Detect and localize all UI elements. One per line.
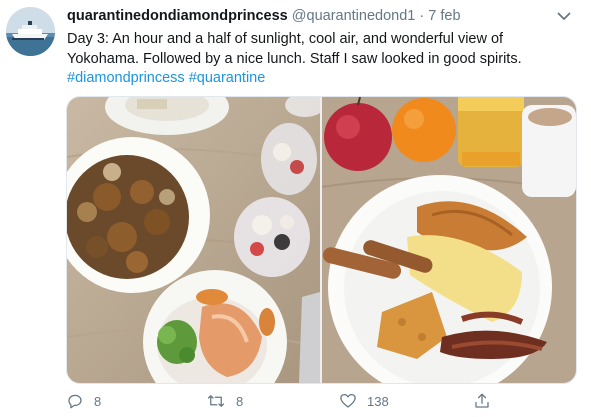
tweet-text: Day 3: An hour and a half of sunlight, c… (67, 30, 577, 89)
photo-breakfast[interactable] (322, 97, 576, 383)
like-count: 138 (367, 393, 389, 409)
photo-lunch-bowls[interactable] (67, 97, 320, 383)
tweet: quarantinedondiamondprincess @quarantine… (0, 0, 591, 417)
share-icon (475, 393, 489, 408)
ship-avatar-icon (6, 7, 55, 56)
reply-icon (68, 394, 82, 409)
media-grid (66, 96, 577, 384)
tweet-header: quarantinedondiamondprincess @quarantine… (67, 8, 551, 28)
tweet-body: Day 3: An hour and a half of sunlight, c… (67, 31, 522, 67)
avatar[interactable] (6, 7, 55, 56)
hashtag-link[interactable]: #quarantine (189, 70, 266, 86)
more-options-button[interactable] (555, 7, 573, 25)
tweet-date[interactable]: 7 feb (428, 8, 460, 24)
heart-icon (340, 393, 356, 408)
food-photo-icon (322, 97, 576, 383)
user-handle[interactable]: @quarantinedond1 (292, 8, 416, 24)
food-photo-icon (67, 97, 320, 383)
chevron-down-icon (557, 12, 571, 20)
retweet-count: 8 (236, 393, 244, 409)
display-name[interactable]: quarantinedondiamondprincess (67, 8, 288, 24)
tweet-actions: 8 8 138 (66, 392, 506, 412)
reply-button[interactable]: 8 (66, 392, 101, 410)
retweet-button[interactable]: 8 (206, 392, 243, 410)
retweet-icon (207, 395, 225, 407)
reply-count: 8 (94, 393, 102, 409)
hashtag-link[interactable]: #diamondprincess (67, 70, 185, 86)
share-button[interactable] (473, 392, 491, 410)
like-button[interactable]: 138 (339, 392, 389, 410)
separator-dot: · (419, 8, 425, 24)
